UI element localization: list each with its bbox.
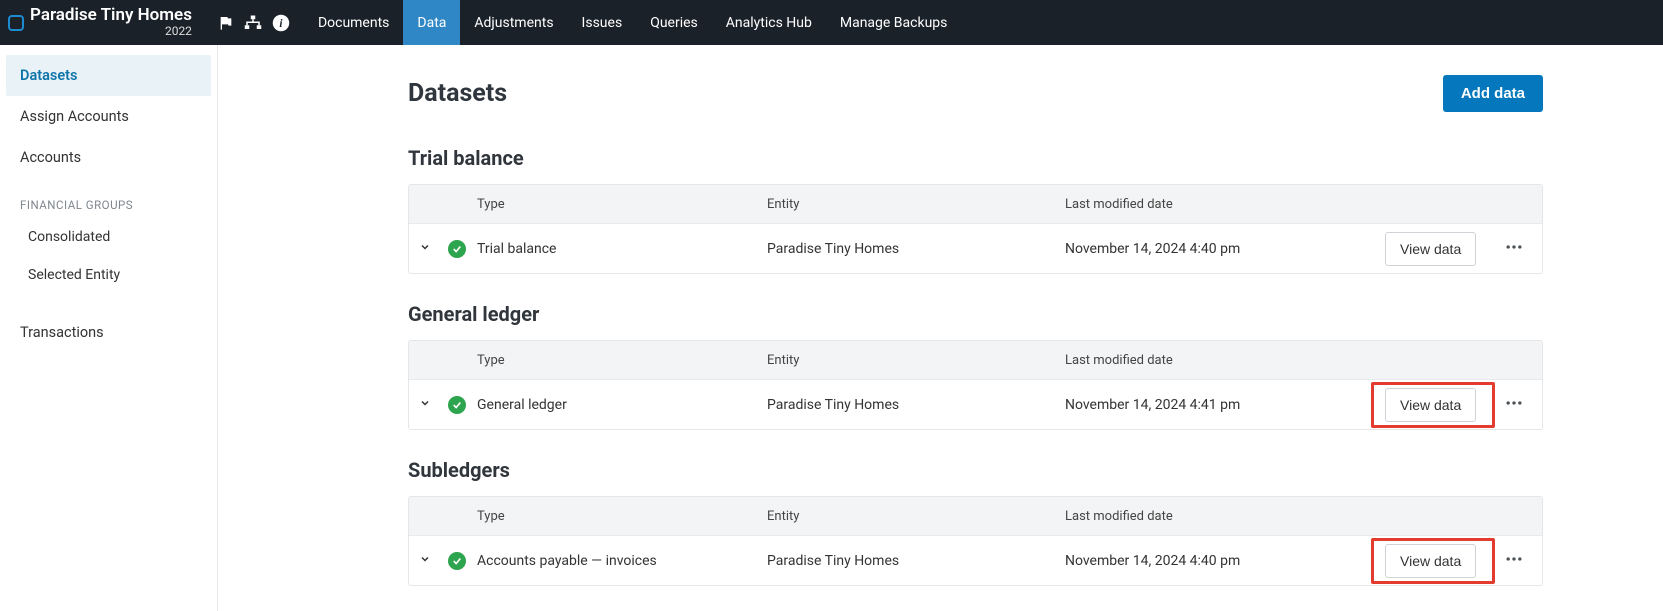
chevron-down-icon[interactable] — [409, 553, 441, 569]
view-data-button[interactable]: View data — [1385, 544, 1476, 578]
table-header-row: TypeEntityLast modified date — [409, 341, 1542, 379]
topnav-item-adjustments[interactable]: Adjustments — [460, 0, 567, 45]
info-icon[interactable]: i — [272, 14, 290, 32]
sidebar-item-selected-entity[interactable]: Selected Entity — [6, 256, 211, 294]
cell-entity: Paradise Tiny Homes — [767, 397, 1065, 413]
status-ok-icon — [448, 552, 466, 570]
cell-type: General ledger — [473, 397, 767, 413]
section-general-ledger: General ledgerTypeEntityLast modified da… — [408, 302, 1543, 430]
sidebar-group-label: FINANCIAL GROUPS — [6, 178, 211, 218]
cell-entity: Paradise Tiny Homes — [767, 241, 1065, 257]
topbar: Paradise Tiny Homes 2022 i DocumentsData… — [0, 0, 1663, 45]
col-header-date: Last modified date — [1065, 509, 1385, 524]
topbar-icons: i — [204, 14, 304, 32]
table-row: General ledgerParadise Tiny HomesNovembe… — [409, 379, 1542, 429]
brand-logo-icon — [8, 15, 24, 31]
view-data-button[interactable]: View data — [1385, 232, 1476, 266]
section-trial-balance: Trial balanceTypeEntityLast modified dat… — [408, 146, 1543, 274]
table-row: Accounts payable — invoicesParadise Tiny… — [409, 535, 1542, 585]
cell-date: November 14, 2024 4:41 pm — [1065, 397, 1385, 413]
topnav-item-queries[interactable]: Queries — [636, 0, 712, 45]
cell-type: Trial balance — [473, 241, 767, 257]
cell-date: November 14, 2024 4:40 pm — [1065, 241, 1385, 257]
data-table: TypeEntityLast modified dateGeneral ledg… — [408, 340, 1543, 430]
sidebar-item-datasets[interactable]: Datasets — [6, 55, 211, 96]
sidebar-item-assign-accounts[interactable]: Assign Accounts — [6, 96, 211, 137]
col-header-date: Last modified date — [1065, 353, 1385, 368]
cell-type: Accounts payable — invoices — [473, 553, 767, 569]
section-title: Subledgers — [408, 458, 1543, 482]
col-header-type: Type — [473, 509, 767, 524]
table-header-row: TypeEntityLast modified date — [409, 497, 1542, 535]
col-header-entity: Entity — [767, 353, 1065, 368]
brand-title: Paradise Tiny Homes — [30, 7, 192, 25]
hierarchy-icon[interactable] — [244, 15, 262, 31]
more-options-icon[interactable] — [1498, 387, 1530, 423]
topnav-item-analytics-hub[interactable]: Analytics Hub — [712, 0, 826, 45]
brand-year: 2022 — [30, 25, 192, 38]
col-header-entity: Entity — [767, 509, 1065, 524]
view-data-button[interactable]: View data — [1385, 388, 1476, 422]
section-title: Trial balance — [408, 146, 1543, 170]
topnav-item-manage-backups[interactable]: Manage Backups — [826, 0, 962, 45]
section-subledgers: SubledgersTypeEntityLast modified dateAc… — [408, 458, 1543, 586]
table-header-row: TypeEntityLast modified date — [409, 185, 1542, 223]
table-row: Trial balanceParadise Tiny HomesNovember… — [409, 223, 1542, 273]
topnav-item-data[interactable]: Data — [403, 0, 460, 45]
col-header-type: Type — [473, 353, 767, 368]
col-header-date: Last modified date — [1065, 197, 1385, 212]
flag-icon[interactable] — [218, 15, 234, 31]
cell-entity: Paradise Tiny Homes — [767, 553, 1065, 569]
add-data-button[interactable]: Add data — [1443, 75, 1543, 112]
main-content: Datasets Add data Trial balanceTypeEntit… — [218, 45, 1663, 611]
page-header: Datasets Add data — [408, 75, 1543, 112]
more-options-icon[interactable] — [1498, 543, 1530, 579]
top-navigation: DocumentsDataAdjustmentsIssuesQueriesAna… — [304, 0, 961, 45]
col-header-type: Type — [473, 197, 767, 212]
page-title: Datasets — [408, 79, 507, 108]
sidebar-item-accounts[interactable]: Accounts — [6, 137, 211, 178]
status-ok-icon — [448, 240, 466, 258]
topnav-item-issues[interactable]: Issues — [568, 0, 637, 45]
col-header-entity: Entity — [767, 197, 1065, 212]
data-table: TypeEntityLast modified dateAccounts pay… — [408, 496, 1543, 586]
brand-text: Paradise Tiny Homes 2022 — [30, 7, 192, 37]
section-title: General ledger — [408, 302, 1543, 326]
chevron-down-icon[interactable] — [409, 241, 441, 257]
data-table: TypeEntityLast modified dateTrial balanc… — [408, 184, 1543, 274]
sidebar: DatasetsAssign AccountsAccountsFINANCIAL… — [0, 45, 218, 611]
more-options-icon[interactable] — [1498, 231, 1530, 267]
chevron-down-icon[interactable] — [409, 397, 441, 413]
topnav-item-documents[interactable]: Documents — [304, 0, 403, 45]
status-ok-icon — [448, 396, 466, 414]
sidebar-item-consolidated[interactable]: Consolidated — [6, 218, 211, 256]
cell-date: November 14, 2024 4:40 pm — [1065, 553, 1385, 569]
brand-block[interactable]: Paradise Tiny Homes 2022 — [0, 0, 204, 45]
sidebar-item-transactions[interactable]: Transactions — [6, 312, 211, 353]
